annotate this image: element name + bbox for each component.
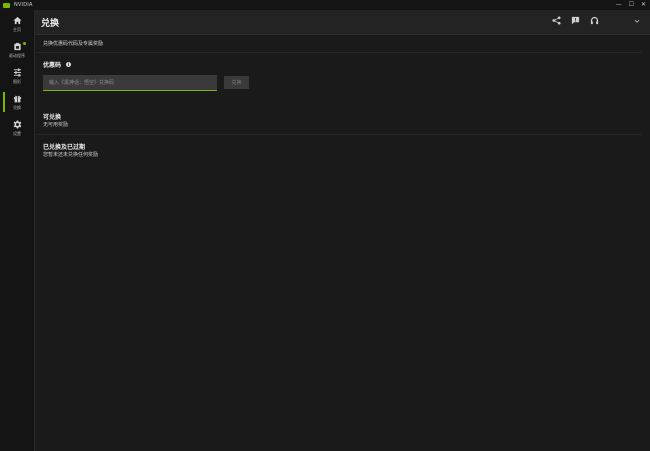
minimize-button[interactable]: — bbox=[616, 0, 622, 10]
page-header: 兑换 bbox=[35, 10, 650, 35]
redeemed-title: 已兑换及已过期 bbox=[43, 144, 86, 151]
user-icon[interactable] bbox=[590, 16, 599, 25]
gear-icon bbox=[13, 119, 21, 129]
divider bbox=[35, 134, 642, 135]
chevron-down-icon[interactable] bbox=[634, 18, 640, 24]
maximize-button[interactable]: ☐ bbox=[629, 0, 634, 10]
sidebar-item-drivers[interactable]: 驱动程序 bbox=[0, 37, 34, 63]
share-icon[interactable] bbox=[552, 16, 561, 25]
page-title: 兑换 bbox=[41, 19, 60, 29]
promo-code-label: 优惠码 i bbox=[43, 60, 72, 69]
sidebar-item-label: 设置 bbox=[13, 130, 21, 136]
sidebar-item-graphics[interactable]: 图形 bbox=[0, 63, 34, 89]
sidebar-item-label: 图形 bbox=[13, 78, 21, 84]
redeemed-subtitle: 您暂未还未兑换任何奖励 bbox=[43, 152, 99, 158]
feedback-icon[interactable] bbox=[571, 16, 580, 25]
header-actions bbox=[552, 16, 640, 25]
info-icon[interactable]: i bbox=[66, 62, 72, 67]
window-controls: — ☐ ✕ bbox=[616, 0, 646, 10]
window-titlebar: NVIDIA — ☐ ✕ bbox=[0, 0, 650, 10]
available-subtitle: 无可用奖励 bbox=[43, 122, 69, 128]
promo-code-input[interactable] bbox=[43, 75, 217, 91]
nvidia-logo-icon bbox=[3, 2, 10, 8]
gift-icon bbox=[13, 95, 21, 102]
sidebar-item-label: 驱动程序 bbox=[9, 52, 25, 58]
sidebar-item-home[interactable]: 主页 bbox=[0, 11, 34, 37]
close-button[interactable]: ✕ bbox=[641, 0, 646, 10]
graphics-sliders-icon bbox=[13, 67, 21, 77]
redeem-button[interactable]: 兑换 bbox=[224, 76, 249, 89]
sidebar-item-label: 主页 bbox=[13, 26, 21, 32]
page-subtitle: 兑换优惠码代码及专属奖励 bbox=[43, 41, 104, 47]
available-title: 可兑换 bbox=[43, 114, 62, 121]
sidebar-item-label: 兑换 bbox=[13, 104, 21, 110]
sidebar-item-settings[interactable]: 设置 bbox=[0, 115, 34, 141]
update-badge bbox=[23, 42, 26, 45]
app-title: NVIDIA bbox=[14, 2, 33, 8]
divider bbox=[35, 52, 642, 53]
promo-code-label-text: 优惠码 bbox=[43, 62, 62, 69]
home-icon bbox=[12, 16, 22, 24]
driver-icon bbox=[13, 42, 21, 50]
sidebar: 主页 驱动程序 图形 兑换 设置 bbox=[0, 10, 35, 451]
sidebar-item-redeem[interactable]: 兑换 bbox=[0, 89, 34, 115]
